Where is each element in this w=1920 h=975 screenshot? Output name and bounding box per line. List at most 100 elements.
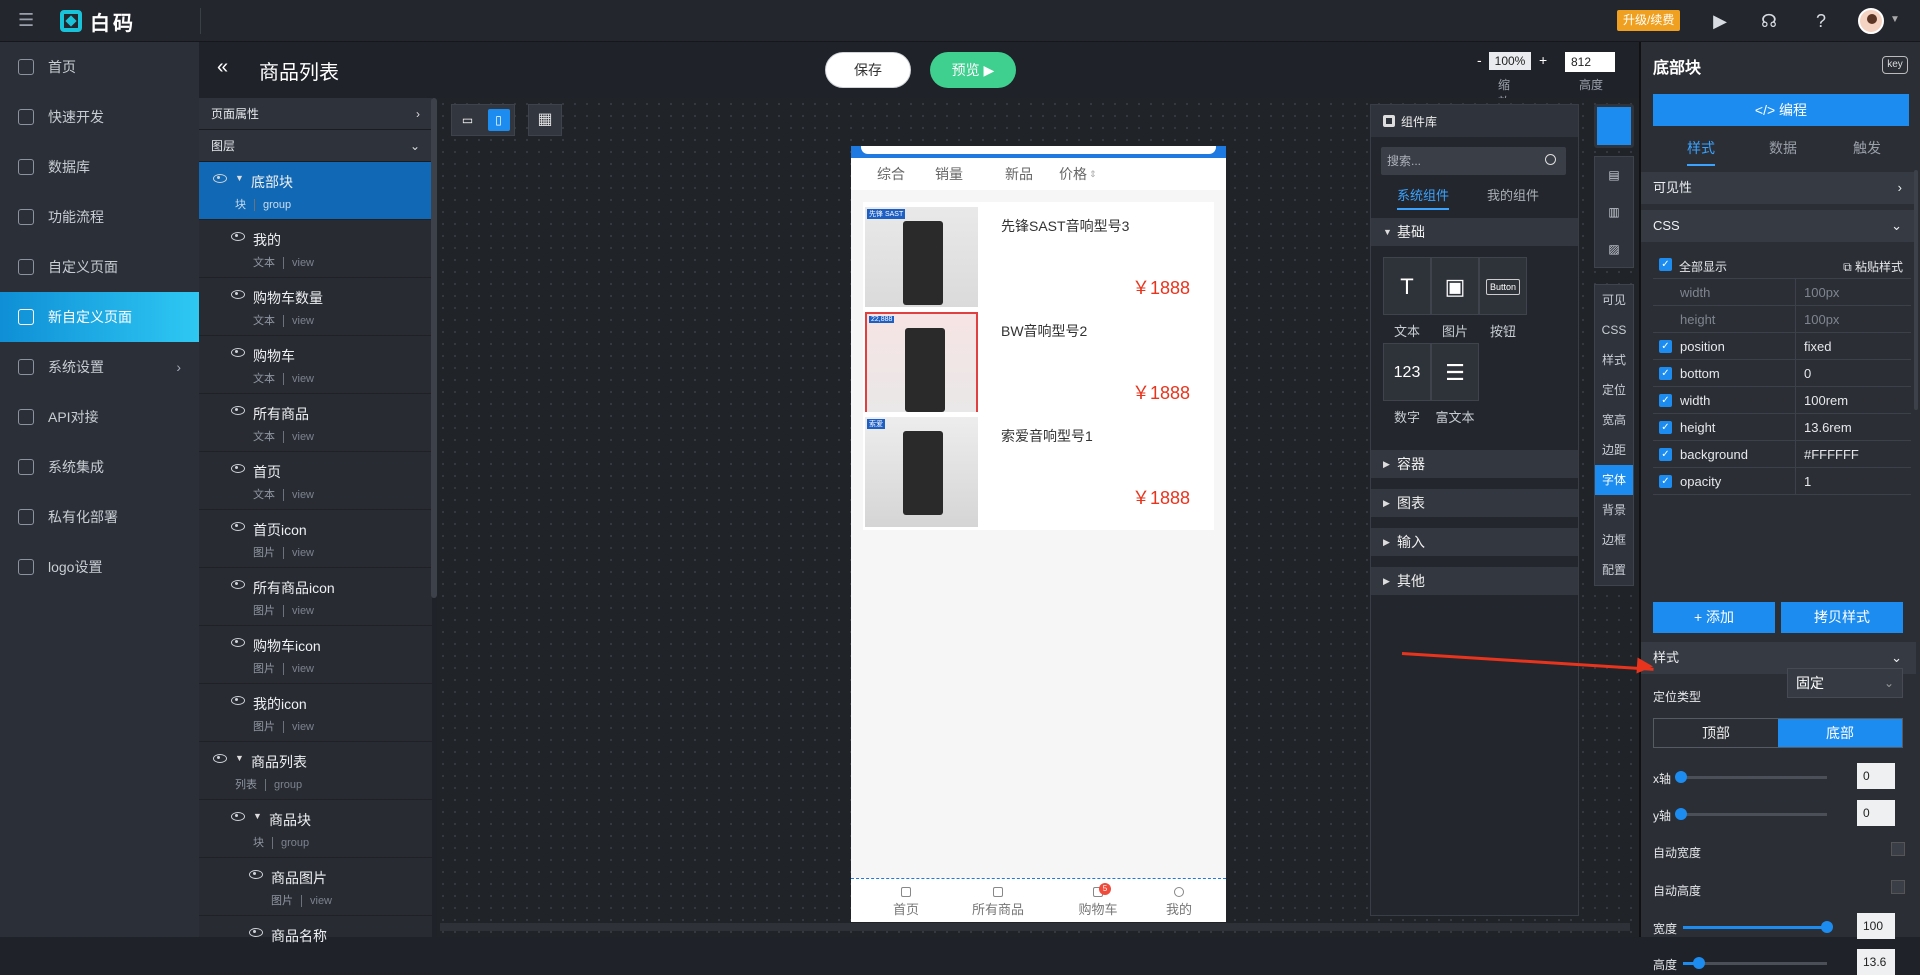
layer-item[interactable]: ▼ 商品列表 列表 group [199, 742, 432, 800]
auto-width-checkbox[interactable] [1891, 842, 1905, 856]
css-property-row[interactable]: ✓ width 100rem [1653, 386, 1911, 414]
bottom-nav-all-products[interactable]: 所有商品 [963, 899, 1033, 918]
category-chart[interactable]: ▶ 图表 [1371, 489, 1578, 517]
tab-sales[interactable]: 销量 [935, 164, 963, 184]
nav-item-new-custom-page[interactable]: 新自定义页面 [0, 292, 199, 342]
key-button[interactable]: key [1882, 56, 1908, 74]
layers-header[interactable]: 图层 ⌄ [199, 130, 432, 162]
property-checkbox[interactable]: ✓ [1659, 420, 1672, 434]
property-checkbox[interactable]: ✓ [1659, 393, 1672, 407]
layout-icon[interactable]: ▥ [1595, 194, 1633, 231]
edit-code-button[interactable]: </> 编程 [1653, 94, 1909, 126]
layer-item[interactable]: ▼ 商品块块 group [199, 800, 432, 858]
tab-data[interactable]: 数据 [1769, 138, 1797, 158]
property-value[interactable]: 100px [1795, 305, 1911, 333]
layer-item[interactable]: 所有商品icon 图片 view [199, 568, 432, 626]
button-component-tile[interactable]: Button [1479, 257, 1527, 315]
nav-item-database[interactable]: 数据库 [0, 142, 199, 192]
eye-icon[interactable] [231, 812, 245, 821]
property-key[interactable]: position [1680, 339, 1795, 354]
y-axis-slider[interactable] [1675, 808, 1827, 820]
text-component-tile[interactable]: T [1383, 257, 1431, 315]
product-card[interactable]: 索爱 索爱音响型号1 ￥1888 [863, 412, 1214, 530]
property-value[interactable]: 1 [1795, 467, 1911, 495]
layer-item[interactable]: 首页 文本 view [199, 452, 432, 510]
css-property-row[interactable]: ✓ background #FFFFFF [1653, 440, 1911, 468]
side-tool-item[interactable]: 边框 [1595, 525, 1633, 555]
component-search-input[interactable]: 搜索... [1381, 147, 1566, 175]
eye-icon[interactable] [231, 580, 245, 589]
menu-toggle-icon[interactable]: ☰ [18, 11, 38, 29]
side-tool-item[interactable]: 边距 [1595, 435, 1633, 465]
property-checkbox[interactable]: ✓ [1659, 366, 1672, 380]
category-container[interactable]: ▶ 容器 [1371, 450, 1578, 478]
eye-icon[interactable] [231, 696, 245, 705]
page-properties-header[interactable]: 页面属性 › [199, 98, 432, 130]
css-section[interactable]: CSS ⌄ [1641, 210, 1916, 242]
eye-icon[interactable] [231, 232, 245, 241]
nav-item-private-deploy[interactable]: 私有化部署 [0, 492, 199, 542]
bottom-nav-cart[interactable]: 购物车 [1063, 899, 1133, 918]
css-property-row[interactable]: ✓ position fixed [1653, 332, 1911, 360]
image-component-tile[interactable]: ▣ [1431, 257, 1479, 315]
richtext-component-tile[interactable]: ☰ [1431, 343, 1479, 401]
layer-item[interactable]: ▼ 底部块块 group [199, 162, 432, 220]
property-checkbox[interactable] [1659, 286, 1672, 299]
property-key[interactable]: bottom [1680, 366, 1795, 381]
tab-price[interactable]: 价格 [1059, 164, 1087, 184]
property-key[interactable]: height [1680, 420, 1795, 435]
clipboard-icon[interactable]: ▤ [1595, 157, 1633, 194]
nav-item-quick-dev[interactable]: 快速开发 [0, 92, 199, 142]
run-icon[interactable]: ▶ [1709, 10, 1731, 32]
property-checkbox[interactable] [1659, 313, 1672, 326]
tab-system-components[interactable]: 系统组件 [1397, 185, 1450, 210]
eye-icon[interactable] [231, 348, 245, 357]
property-key[interactable]: background [1680, 447, 1795, 462]
show-all-checkbox[interactable]: ✓ [1659, 258, 1672, 271]
property-checkbox[interactable]: ✓ [1659, 447, 1672, 461]
property-value[interactable]: 100rem [1795, 386, 1911, 414]
width-slider[interactable] [1683, 921, 1833, 933]
caret-down-icon[interactable]: ▼ [235, 753, 244, 763]
property-scrollbar[interactable] [1914, 170, 1918, 410]
category-basic[interactable]: ▼ 基础 [1371, 218, 1578, 246]
css-property-row[interactable]: width 100px [1653, 278, 1911, 306]
x-axis-slider[interactable] [1675, 771, 1827, 783]
back-icon[interactable]: « [217, 56, 241, 79]
nav-item-flow[interactable]: 功能流程 [0, 192, 199, 242]
position-type-select[interactable]: 固定 ⌄ [1787, 668, 1903, 698]
upgrade-button[interactable]: 升级/续费 [1617, 10, 1681, 31]
property-checkbox[interactable]: ✓ [1659, 339, 1672, 353]
layer-item[interactable]: 购物车 文本 view [199, 336, 432, 394]
anchor-bottom-button[interactable]: 底部 [1778, 719, 1902, 747]
anchor-top-button[interactable]: 顶部 [1654, 719, 1778, 747]
help-icon[interactable]: ? [1810, 10, 1832, 32]
paste-style-button[interactable]: ⧉ 粘贴样式 [1843, 258, 1903, 275]
layer-item[interactable]: 我的 文本 view [199, 220, 432, 278]
zoom-value[interactable]: 100% [1489, 52, 1531, 70]
product-card[interactable]: 先锋 SAST 先锋SAST音响型号3 ￥1888 [863, 202, 1214, 320]
x-axis-knob[interactable] [1675, 771, 1687, 783]
side-tool-item[interactable]: CSS [1595, 315, 1633, 345]
layer-item[interactable]: 商品图片 图片 view [199, 858, 432, 916]
eye-icon[interactable] [213, 754, 227, 763]
preview-button[interactable]: 预览 ▶ [930, 52, 1016, 88]
width-knob[interactable] [1821, 921, 1833, 933]
product-card[interactable]: 22,888 BW音响型号2 ￥1888 [863, 307, 1214, 425]
css-property-row[interactable]: height 100px [1653, 305, 1911, 333]
property-value[interactable]: 13.6rem [1795, 413, 1911, 441]
tab-overall[interactable]: 综合 [877, 164, 905, 184]
eye-icon[interactable] [231, 464, 245, 473]
image-icon[interactable]: ▨ [1595, 231, 1633, 268]
layer-item[interactable]: 首页icon 图片 view [199, 510, 432, 568]
nav-item-integration[interactable]: 系统集成 [0, 442, 199, 492]
property-key[interactable]: width [1680, 285, 1795, 300]
height-slider[interactable] [1683, 957, 1827, 969]
category-input[interactable]: ▶ 输入 [1371, 528, 1578, 556]
height-input[interactable]: 13.6 [1857, 949, 1895, 975]
side-tool-item[interactable]: 字体 [1595, 465, 1633, 495]
side-tool-item[interactable]: 样式 [1595, 345, 1633, 375]
number-component-tile[interactable]: 123 [1383, 343, 1431, 401]
bottom-nav-mine[interactable]: 我的 [1144, 899, 1214, 918]
auto-height-checkbox[interactable] [1891, 880, 1905, 894]
